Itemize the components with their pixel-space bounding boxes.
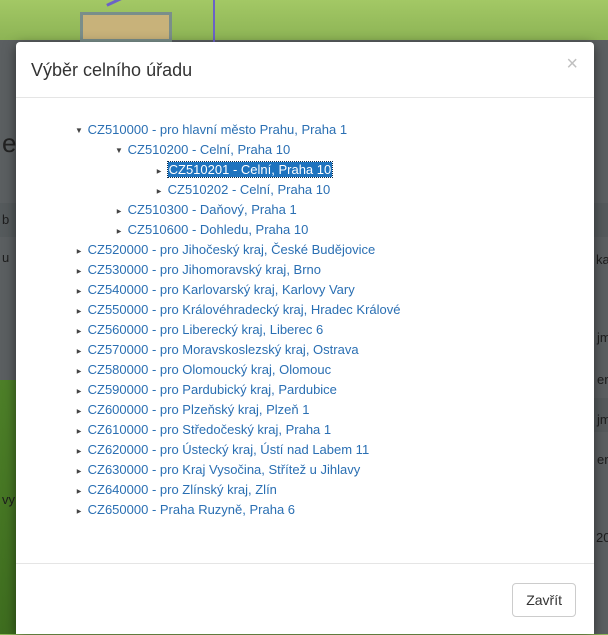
caret-right-icon[interactable]: ▶ [74, 402, 84, 422]
tree-node-label[interactable]: CZ580000 - pro Olomoucký kraj, Olomouc [88, 362, 331, 377]
tree-node-label[interactable]: CZ570000 - pro Moravskoslezský kraj, Ost… [88, 342, 359, 357]
tree-node[interactable]: ▶ CZ610000 - pro Středočeský kraj, Praha… [74, 420, 401, 440]
caret-right-icon[interactable]: ▶ [154, 182, 164, 202]
caret-right-icon[interactable]: ▶ [74, 502, 84, 522]
tree-node[interactable]: ▶ CZ540000 - pro Karlovarský kraj, Karlo… [74, 280, 401, 300]
tree-node[interactable]: ▶ CZ580000 - pro Olomoucký kraj, Olomouc [74, 360, 401, 380]
tree-node-label[interactable]: CZ610000 - pro Středočeský kraj, Praha 1 [88, 422, 332, 437]
tree-node[interactable]: ▶ CZ550000 - pro Královéhradecký kraj, H… [74, 300, 401, 320]
tree-node-label[interactable]: CZ510200 - Celní, Praha 10 [128, 142, 291, 157]
caret-right-icon[interactable]: ▶ [74, 282, 84, 302]
caret-right-icon[interactable]: ▶ [74, 322, 84, 342]
caret-right-icon[interactable]: ▶ [74, 262, 84, 282]
tree-node-label[interactable]: CZ650000 - Praha Ruzyně, Praha 6 [88, 502, 295, 517]
caret-right-icon[interactable]: ▶ [74, 362, 84, 382]
tree-node[interactable]: ▶ CZ510202 - Celní, Praha 10 [74, 180, 401, 200]
customs-office-tree: ▼ CZ510000 - pro hlavní město Prahu, Pra… [74, 120, 401, 520]
tree-node[interactable]: ▶ CZ620000 - pro Ústecký kraj, Ústí nad … [74, 440, 401, 460]
tree-node-label[interactable]: CZ560000 - pro Liberecký kraj, Liberec 6 [88, 322, 324, 337]
background-text: er [597, 452, 608, 467]
caret-right-icon[interactable]: ▶ [114, 202, 124, 222]
tree-node[interactable]: ▶ CZ650000 - Praha Ruzyně, Praha 6 [74, 500, 401, 520]
tree-node[interactable]: ▶ CZ560000 - pro Liberecký kraj, Liberec… [74, 320, 401, 340]
tree-node-label[interactable]: CZ520000 - pro Jihočeský kraj, České Bud… [88, 242, 376, 257]
tree-node-label[interactable]: CZ530000 - pro Jihomoravský kraj, Brno [88, 262, 321, 277]
caret-right-icon[interactable]: ▶ [74, 422, 84, 442]
tree-node[interactable]: ▶ CZ630000 - pro Kraj Vysočina, Střítež … [74, 460, 401, 480]
background-text: jm [597, 412, 608, 427]
dialog-body: ▼ CZ510000 - pro hlavní město Prahu, Pra… [16, 98, 594, 564]
caret-right-icon[interactable]: ▶ [74, 442, 84, 462]
customs-office-dialog: Výběr celního úřadu × ▼ CZ510000 - pro h… [16, 42, 594, 634]
tree-node[interactable]: ▶ CZ600000 - pro Plzeňský kraj, Plzeň 1 [74, 400, 401, 420]
tree-node-label[interactable]: CZ510600 - Dohledu, Praha 10 [128, 222, 309, 237]
tree-node[interactable]: ▶ CZ510300 - Daňový, Praha 1 [74, 200, 401, 220]
background-text: er [597, 372, 608, 387]
background-text: jm [597, 330, 608, 345]
tree-node[interactable]: ▶ CZ520000 - pro Jihočeský kraj, České B… [74, 240, 401, 260]
tree-node[interactable]: ▶ CZ590000 - pro Pardubický kraj, Pardub… [74, 380, 401, 400]
caret-right-icon[interactable]: ▶ [74, 342, 84, 362]
dialog-title: Výběr celního úřadu [31, 60, 193, 80]
tree-node[interactable]: ▶ CZ570000 - pro Moravskoslezský kraj, O… [74, 340, 401, 360]
background-text: ka [596, 252, 608, 267]
dialog-footer: Zavřít [16, 563, 594, 635]
background-text: vy [2, 492, 15, 507]
tree-node-label[interactable]: CZ550000 - pro Královéhradecký kraj, Hra… [88, 302, 401, 317]
tree-node[interactable]: ▶ CZ510600 - Dohledu, Praha 10 [74, 220, 401, 240]
tree-node-label[interactable]: CZ590000 - pro Pardubický kraj, Pardubic… [88, 382, 337, 397]
tree-node-label[interactable]: CZ510202 - Celní, Praha 10 [168, 182, 331, 197]
background-sidebar [0, 380, 16, 634]
caret-right-icon[interactable]: ▶ [114, 222, 124, 242]
caret-right-icon[interactable]: ▶ [74, 242, 84, 262]
background-text: b [2, 212, 10, 227]
tree-node-label[interactable]: CZ540000 - pro Karlovarský kraj, Karlovy… [88, 282, 355, 297]
close-icon[interactable]: × [566, 54, 578, 74]
background-text: u [2, 250, 10, 265]
caret-right-icon[interactable]: ▶ [74, 462, 84, 482]
tree-node[interactable]: ▼ CZ510200 - Celní, Praha 10 [74, 140, 401, 160]
tree-node-label[interactable]: CZ600000 - pro Plzeňský kraj, Plzeň 1 [88, 402, 310, 417]
caret-right-icon[interactable]: ▶ [154, 162, 164, 182]
background-annotation-box [80, 12, 172, 42]
tree-node-label[interactable]: CZ510000 - pro hlavní město Prahu, Praha… [88, 122, 347, 137]
tree-node-label[interactable]: CZ510300 - Daňový, Praha 1 [128, 202, 297, 217]
caret-down-icon[interactable]: ▼ [74, 121, 84, 141]
tree-node[interactable]: ▶ CZ530000 - pro Jihomoravský kraj, Brno [74, 260, 401, 280]
tree-node-label[interactable]: CZ510201 - Celní, Praha 10 [166, 161, 334, 178]
caret-right-icon[interactable]: ▶ [74, 382, 84, 402]
close-button[interactable]: Zavřít [512, 583, 576, 617]
caret-right-icon[interactable]: ▶ [74, 482, 84, 502]
tree-node-label[interactable]: CZ630000 - pro Kraj Vysočina, Střítež u … [88, 462, 361, 477]
caret-down-icon[interactable]: ▼ [114, 141, 124, 161]
tree-node[interactable]: ▶ CZ640000 - pro Zlínský kraj, Zlín [74, 480, 401, 500]
dialog-header: Výběr celního úřadu × [16, 42, 594, 98]
background-text: 20 [596, 530, 608, 545]
tree-node-label[interactable]: CZ620000 - pro Ústecký kraj, Ústí nad La… [88, 442, 370, 457]
tree-node-label[interactable]: CZ640000 - pro Zlínský kraj, Zlín [88, 482, 277, 497]
caret-right-icon[interactable]: ▶ [74, 302, 84, 322]
tree-node[interactable]: ▶ CZ510201 - Celní, Praha 10 [74, 160, 401, 180]
background-text: e [2, 128, 17, 158]
tree-node[interactable]: ▼ CZ510000 - pro hlavní město Prahu, Pra… [74, 120, 401, 140]
